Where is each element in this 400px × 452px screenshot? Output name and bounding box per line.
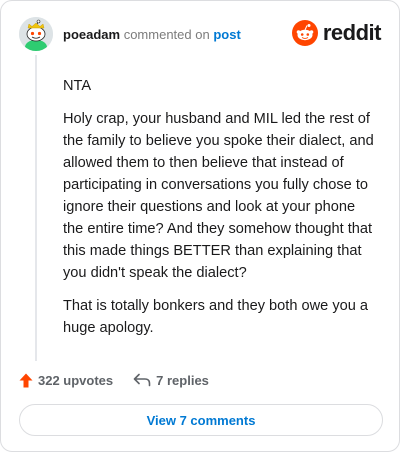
reddit-logo[interactable]: reddit [291,19,382,47]
view-comments-button[interactable]: View 7 comments [19,404,383,436]
post-link[interactable]: post [213,27,240,42]
reddit-snoo-icon [291,20,318,46]
action-text: commented on [123,27,210,42]
reply-arrow-icon [133,373,151,387]
comment-card: poeadam commented on post reddit NTA Hol… [0,0,400,452]
brand-name: reddit [322,20,382,45]
comment-paragraph: Holy crap, your husband and MIL led the … [63,111,374,281]
comment-footer: 322 upvotes 7 replies [19,369,209,391]
replies-button[interactable]: 7 replies [133,373,209,388]
comment-body: NTA Holy crap, your husband and MIL led … [63,75,377,350]
username[interactable]: poeadam [63,27,120,42]
comment-header: poeadam commented on post [63,27,241,43]
reply-count: 7 replies [156,372,209,388]
avatar[interactable] [19,17,53,51]
upvote-arrow-icon [19,373,33,387]
thread-line [35,55,37,361]
comment-paragraph: NTA [63,78,92,94]
snoo-avatar-icon [19,17,53,51]
upvote-count: 322 upvotes [38,372,114,388]
comment-paragraph: That is totally bonkers and they both ow… [63,298,369,336]
upvote-button[interactable]: 322 upvotes [19,373,113,388]
